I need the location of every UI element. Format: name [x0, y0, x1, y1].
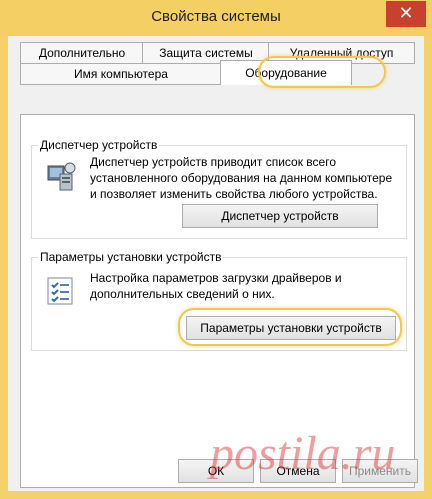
device-manager-description: Диспетчер устройств приводит список всег…	[90, 155, 393, 201]
button-highlight-ring	[178, 308, 402, 346]
tab-computer-name[interactable]: Имя компьютера	[20, 63, 222, 85]
device-manager-button[interactable]: Диспетчер устройств	[182, 204, 378, 228]
dialog-client-area: Дополнительно Защита системы Удаленный д…	[8, 36, 424, 491]
window-title: Свойства системы	[151, 8, 281, 25]
device-installation-group-title: Параметры установки устройств	[38, 250, 224, 264]
close-button[interactable]: ✕	[386, 1, 426, 27]
title-bar[interactable]: Свойства системы ✕	[0, 0, 432, 36]
device-installation-description: Настройка параметров загрузки драйверов …	[90, 271, 342, 301]
tab-highlight-ring	[258, 56, 386, 88]
device-installation-group: Параметры установки устройств Настройка …	[31, 250, 407, 351]
checklist-icon	[46, 276, 76, 306]
watermark-text: postila.ru	[210, 427, 396, 480]
device-manager-group: Диспетчер устройств Диспетчер устройств …	[31, 138, 407, 239]
device-manager-icon	[46, 160, 78, 192]
device-manager-group-title: Диспетчер устройств	[38, 138, 160, 152]
tab-advanced[interactable]: Дополнительно	[20, 42, 144, 64]
system-properties-window: Свойства системы ✕ Дополнительно Защита …	[0, 0, 432, 499]
